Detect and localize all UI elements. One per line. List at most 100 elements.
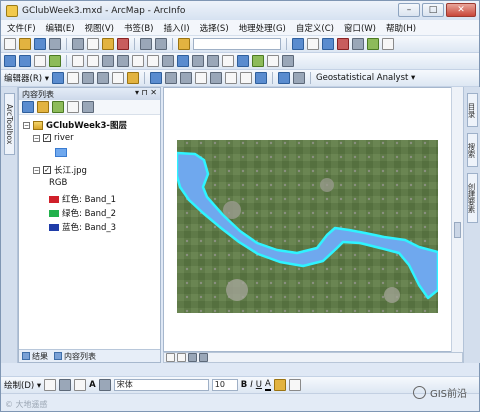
toc-row-river-symbol[interactable] bbox=[55, 148, 67, 157]
toc-row-band-green[interactable]: 绿色: Band_2 bbox=[49, 207, 116, 219]
map-vertical-scrollbar[interactable] bbox=[451, 87, 463, 352]
identify-icon[interactable] bbox=[177, 55, 189, 67]
menu-file[interactable]: 文件(F) bbox=[7, 22, 36, 34]
line-color-icon[interactable] bbox=[288, 379, 301, 391]
pause-drawing-icon[interactable] bbox=[199, 353, 208, 362]
list-by-selection-icon[interactable] bbox=[67, 101, 79, 113]
underline-button[interactable]: U bbox=[256, 380, 262, 390]
draw-menu[interactable]: 绘制(D) ▾ bbox=[4, 379, 41, 391]
clear-selection-icon[interactable] bbox=[147, 55, 159, 67]
pan-icon[interactable] bbox=[34, 55, 46, 67]
cut-polygons-icon[interactable] bbox=[180, 72, 193, 84]
point-icon[interactable] bbox=[127, 72, 140, 84]
menu-bookmarks[interactable]: 书签(B) bbox=[124, 22, 153, 34]
split-icon[interactable] bbox=[195, 72, 208, 84]
collapse-toggle[interactable]: − bbox=[33, 166, 40, 174]
add-data-icon[interactable] bbox=[178, 38, 190, 50]
fixed-zoom-in-icon[interactable] bbox=[72, 55, 84, 67]
hyperlink-icon[interactable] bbox=[192, 55, 204, 67]
cut-icon[interactable] bbox=[72, 38, 84, 50]
editor-menu[interactable]: 编辑器(R) ▾ bbox=[4, 72, 49, 84]
search-tab[interactable]: 搜索 bbox=[467, 133, 478, 167]
map-horizontal-scrollbar[interactable] bbox=[163, 352, 463, 363]
toc-row-image[interactable]: − ✓ 长江.jpg bbox=[33, 164, 87, 176]
sketch-properties-icon[interactable] bbox=[240, 72, 253, 84]
find-icon[interactable] bbox=[237, 55, 249, 67]
georeferencing-icon[interactable] bbox=[278, 72, 291, 84]
create-features-icon[interactable] bbox=[255, 72, 268, 84]
full-extent-icon[interactable] bbox=[49, 55, 61, 67]
zoom-out-icon[interactable] bbox=[19, 55, 31, 67]
new-text-button[interactable]: A bbox=[89, 380, 96, 390]
html-popup-icon[interactable] bbox=[207, 55, 219, 67]
menu-help[interactable]: 帮助(H) bbox=[386, 22, 416, 34]
measure-icon[interactable] bbox=[222, 55, 234, 67]
whats-this-icon[interactable] bbox=[382, 38, 394, 50]
layer-visibility-checkbox[interactable]: ✓ bbox=[43, 166, 51, 174]
fill-color-icon[interactable] bbox=[273, 379, 286, 391]
font-family-select[interactable]: 宋体 bbox=[113, 379, 209, 391]
map-scale-combo[interactable] bbox=[193, 38, 281, 50]
red-band-swatch[interactable] bbox=[49, 195, 59, 203]
zoom-in-icon[interactable] bbox=[4, 55, 16, 67]
river-symbol-swatch[interactable] bbox=[55, 148, 67, 157]
create-viewer-icon[interactable] bbox=[282, 55, 294, 67]
blue-band-swatch[interactable] bbox=[49, 223, 59, 231]
edit-vertices-icon[interactable] bbox=[150, 72, 163, 84]
menu-insert[interactable]: 插入(I) bbox=[163, 22, 189, 34]
tab-table-of-contents[interactable]: 内容列表 bbox=[54, 351, 96, 362]
menu-windows[interactable]: 窗口(W) bbox=[344, 22, 376, 34]
rectangle-icon[interactable] bbox=[74, 379, 87, 391]
toc-row-band-red[interactable]: 红色: Band_1 bbox=[49, 193, 116, 205]
straight-segment-icon[interactable] bbox=[82, 72, 95, 84]
toc-row-root[interactable]: − GClubWeek3-图层 bbox=[23, 119, 127, 131]
refresh-icon[interactable] bbox=[188, 353, 197, 362]
maximize-button[interactable]: □ bbox=[422, 3, 444, 17]
edit-tool-icon[interactable] bbox=[52, 72, 65, 84]
toc-window-buttons[interactable]: ▾ ⊓ ✕ bbox=[135, 88, 157, 97]
catalog-tab[interactable]: 目录 bbox=[467, 93, 478, 127]
data-frame-name[interactable]: GClubWeek3-图层 bbox=[46, 119, 127, 131]
list-by-visibility-icon[interactable] bbox=[52, 101, 64, 113]
endpoint-arc-icon[interactable] bbox=[97, 72, 110, 84]
menu-edit[interactable]: 编辑(E) bbox=[46, 22, 75, 34]
time-slider-icon[interactable] bbox=[267, 55, 279, 67]
forward-extent-icon[interactable] bbox=[117, 55, 129, 67]
rotate-icon[interactable] bbox=[210, 72, 223, 84]
collapse-toggle[interactable]: − bbox=[23, 121, 30, 129]
arctoolbox-icon[interactable] bbox=[337, 38, 349, 50]
reshape-icon[interactable] bbox=[165, 72, 178, 84]
python-icon[interactable] bbox=[352, 38, 364, 50]
layer-name[interactable]: river bbox=[54, 133, 74, 143]
create-features-tab[interactable]: 创建要素 bbox=[467, 173, 478, 223]
fixed-zoom-out-icon[interactable] bbox=[87, 55, 99, 67]
select-elements-icon[interactable] bbox=[44, 379, 57, 391]
menu-selection[interactable]: 选择(S) bbox=[200, 22, 229, 34]
list-by-drawing-order-icon[interactable] bbox=[22, 101, 34, 113]
toc-options-icon[interactable] bbox=[82, 101, 94, 113]
new-map-icon[interactable] bbox=[4, 38, 16, 50]
redo-icon[interactable] bbox=[155, 38, 167, 50]
tab-results[interactable]: 结果 bbox=[22, 351, 48, 362]
geostatistical-analyst-menu[interactable]: Geostatistical Analyst ▾ bbox=[316, 73, 415, 83]
undo-icon[interactable] bbox=[140, 38, 152, 50]
catalog-icon[interactable] bbox=[322, 38, 334, 50]
back-extent-icon[interactable] bbox=[102, 55, 114, 67]
layout-view-icon[interactable] bbox=[177, 353, 186, 362]
layer-name[interactable]: 长江.jpg bbox=[54, 164, 87, 176]
collapse-toggle[interactable]: − bbox=[33, 134, 40, 142]
menu-customize[interactable]: 自定义(C) bbox=[296, 22, 334, 34]
menu-view[interactable]: 视图(V) bbox=[85, 22, 114, 34]
attributes-icon[interactable] bbox=[225, 72, 238, 84]
delete-icon[interactable] bbox=[117, 38, 129, 50]
save-icon[interactable] bbox=[34, 38, 46, 50]
list-by-source-icon[interactable] bbox=[37, 101, 49, 113]
paste-icon[interactable] bbox=[102, 38, 114, 50]
green-band-swatch[interactable] bbox=[49, 209, 59, 217]
arctoolbox-tab[interactable]: ArcToolbox bbox=[4, 93, 15, 155]
font-size-select[interactable]: 10 bbox=[211, 379, 238, 391]
modelbuilder-icon[interactable] bbox=[367, 38, 379, 50]
close-button[interactable]: ✕ bbox=[446, 3, 476, 17]
map-display[interactable] bbox=[177, 140, 438, 313]
effects-icon[interactable] bbox=[293, 72, 306, 84]
